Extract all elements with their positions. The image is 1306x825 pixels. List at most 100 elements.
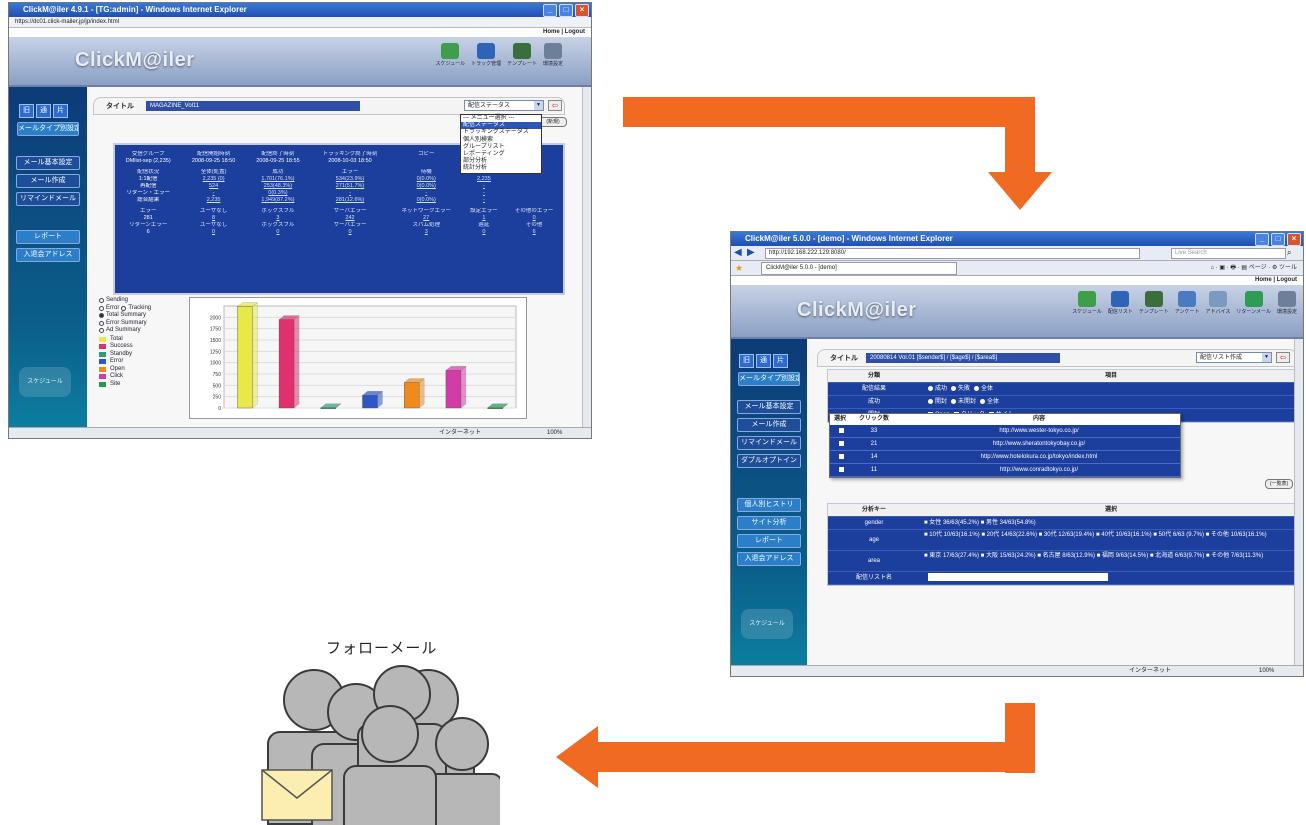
minimize-icon[interactable]: _ [1255,233,1269,246]
address-bar[interactable]: https://dc01.click-mailer.jp/jp/index.ht… [9,17,591,28]
popup-row[interactable]: 11 http://www.conradtokyo.co.jp/ [830,464,1180,477]
menu-dropdown-list[interactable]: --- メニュー選択 --- 配信ステータス トラッキングステータス 個人別検索 グルー… [460,114,542,174]
schedule-badge[interactable]: スケジュール [19,367,71,397]
stats-cell: コピー [417,151,435,157]
toolbar-button[interactable]: 配信リスト [1108,291,1133,315]
forward-button-icon[interactable]: ▶ [747,246,755,260]
radio-button-icon[interactable] [928,385,933,391]
sidebar-item[interactable]: リマインドメール [737,436,801,450]
sidebar-item[interactable]: メール基本設定 [737,400,801,414]
toolbar-button[interactable]: スケジュール [1072,291,1102,315]
toolbar-button[interactable]: アンケート [1175,291,1200,315]
home-logout-links[interactable]: Home | Logout [9,28,591,37]
status-zoom[interactable]: 100% [1259,666,1274,676]
radio-button-icon[interactable] [928,398,933,404]
browser-tools-icons[interactable]: ⌂ · ▣ · 🖶 · ▤ ページ · ⚙ ツール [1210,261,1297,275]
maximize-icon[interactable]: □ [559,4,573,17]
popup-row[interactable]: 14 http://www.hotelokura.co.jp/tokyo/inde… [830,451,1180,464]
favorites-star-icon[interactable]: ★ [735,261,743,275]
status-zoom[interactable]: 100% [547,428,562,438]
radio-option[interactable]: Ad Summary [99,327,189,335]
toolbar-button[interactable]: 環境設定 [1277,291,1297,315]
checkbox-icon[interactable] [838,427,844,433]
sidebar-square-button[interactable]: 通 [756,354,771,368]
sidebar-square-button[interactable]: 通 [36,104,51,118]
address-field[interactable]: http://192.168.222.129:8080/ [765,248,1140,259]
radio-button-icon[interactable] [951,385,957,391]
toolbar-button[interactable]: テンプレート [507,43,537,67]
sidebar-square-button[interactable]: 片 [53,104,68,118]
toolbar-button[interactable]: 環境設定 [543,43,563,67]
dropdown-option[interactable]: 個人別検索 [461,137,541,144]
radio-option[interactable]: Error Summary [99,320,189,328]
sidebar-item[interactable]: リマインドメール [16,192,80,206]
vertical-scrollbar[interactable] [582,87,591,429]
schedule-badge[interactable]: スケジュール [741,609,793,639]
filter-row-options: 開封 未開封 全体 [920,396,1298,408]
popup-row[interactable]: 33 http://www.wester-tokyo.co.jp/ [830,425,1180,438]
toolbar-button[interactable]: アドバイス [1206,291,1230,315]
checkbox-icon[interactable] [838,466,844,472]
dropdown-option[interactable]: トラッキングステータス [461,129,541,136]
analysis-row-options[interactable]: ■ 東京 17/63(27.4%) ■ 大阪 15/63(24.2%) ■ 名古… [920,551,1298,571]
menu-select[interactable]: 配信リスト作成 ▼ [1196,352,1272,363]
stats-cell: 設定エラー [470,208,498,214]
radio-option[interactable]: Sending [99,297,189,305]
sidebar-item[interactable]: レポート [737,534,801,548]
sidebar-item[interactable]: サイト分析 [737,516,801,530]
go-arrow-button[interactable]: ⇦ [548,100,562,111]
browser-tab[interactable]: ClickM@iler 5.0.0 - [demo] [761,262,957,275]
dropdown-option[interactable]: 統計分析 [461,165,541,172]
radio-button-icon[interactable] [99,328,104,334]
toolbar-button[interactable]: テンプレート [1139,291,1169,315]
radio-button-icon[interactable] [121,305,127,311]
radio-button-icon[interactable] [99,313,104,319]
sidebar-item[interactable]: レポート [16,230,80,244]
sidebar-item[interactable]: メール基本設定 [16,156,80,170]
maximize-icon[interactable]: □ [1271,233,1285,246]
popup-row[interactable]: 21 http://www.sheratontokyobay.co.jp/ [830,438,1180,451]
analysis-row-options[interactable]: ■ 女性 36/63(45.2%) ■ 男性 34/63(54.8%) [920,517,1298,529]
radio-button-icon[interactable] [99,305,104,311]
toolbar-button[interactable]: トラック管理 [471,43,501,67]
vertical-scrollbar[interactable] [1294,339,1303,667]
analysis-row-options[interactable]: ■ 10代 10/63(16.1%) ■ 20代 14/63(22.6%) ■ … [920,530,1298,550]
analysis-row-options[interactable] [920,572,1298,584]
sidebar-item[interactable]: 入退会アドレス [16,248,80,262]
sidebar-item[interactable]: メール作成 [16,174,80,188]
list-name-input[interactable] [928,573,1108,582]
back-button-icon[interactable]: ◀ [734,246,742,260]
sidebar-square-button[interactable]: 旧 [19,104,34,118]
radio-button-icon[interactable] [974,385,980,391]
radio-button-icon[interactable] [980,398,986,404]
sidebar-item[interactable]: メール作成 [737,418,801,432]
sidebar-square-button[interactable]: 片 [773,354,788,368]
checkbox-icon[interactable] [838,453,844,459]
radio-option[interactable]: Error Tracking [99,305,189,313]
home-logout-links[interactable]: Home | Logout [731,276,1303,285]
sidebar-square-button[interactable]: 旧 [739,354,754,368]
close-icon[interactable]: × [1287,233,1301,246]
toolbar-button[interactable]: スケジュール [435,43,465,67]
dropdown-option[interactable]: グループリスト [461,144,541,151]
close-icon[interactable]: × [575,4,589,17]
menu-select[interactable]: 配信ステータス ▼ [464,100,544,111]
sidebar-item[interactable]: ダブルオプトイン [737,454,801,468]
list-button[interactable]: (一覧表) [1265,479,1293,489]
radio-button-icon[interactable] [951,398,957,404]
mail-type-button[interactable]: メールタイプ別設定 [17,122,79,136]
sidebar-item[interactable]: 入退会アドレス [737,552,801,566]
mail-type-button[interactable]: メールタイプ別設定 [738,372,800,386]
toolbar-button[interactable]: リターンメール [1236,291,1271,315]
search-icon[interactable]: ⌕ [1287,246,1291,260]
go-arrow-button[interactable]: ⇦ [1276,352,1290,363]
search-field[interactable]: Live Search [1171,248,1286,259]
radio-button-icon[interactable] [99,320,104,326]
radio-option[interactable]: Total Summary [99,312,189,320]
new-button[interactable]: (新規) [539,117,567,127]
minimize-icon[interactable]: _ [543,4,557,17]
checkbox-icon[interactable] [838,440,844,446]
settings-icon [1277,291,1296,307]
radio-button-icon[interactable] [99,298,104,304]
sidebar-item[interactable]: 個人別ヒストリ [737,498,801,512]
